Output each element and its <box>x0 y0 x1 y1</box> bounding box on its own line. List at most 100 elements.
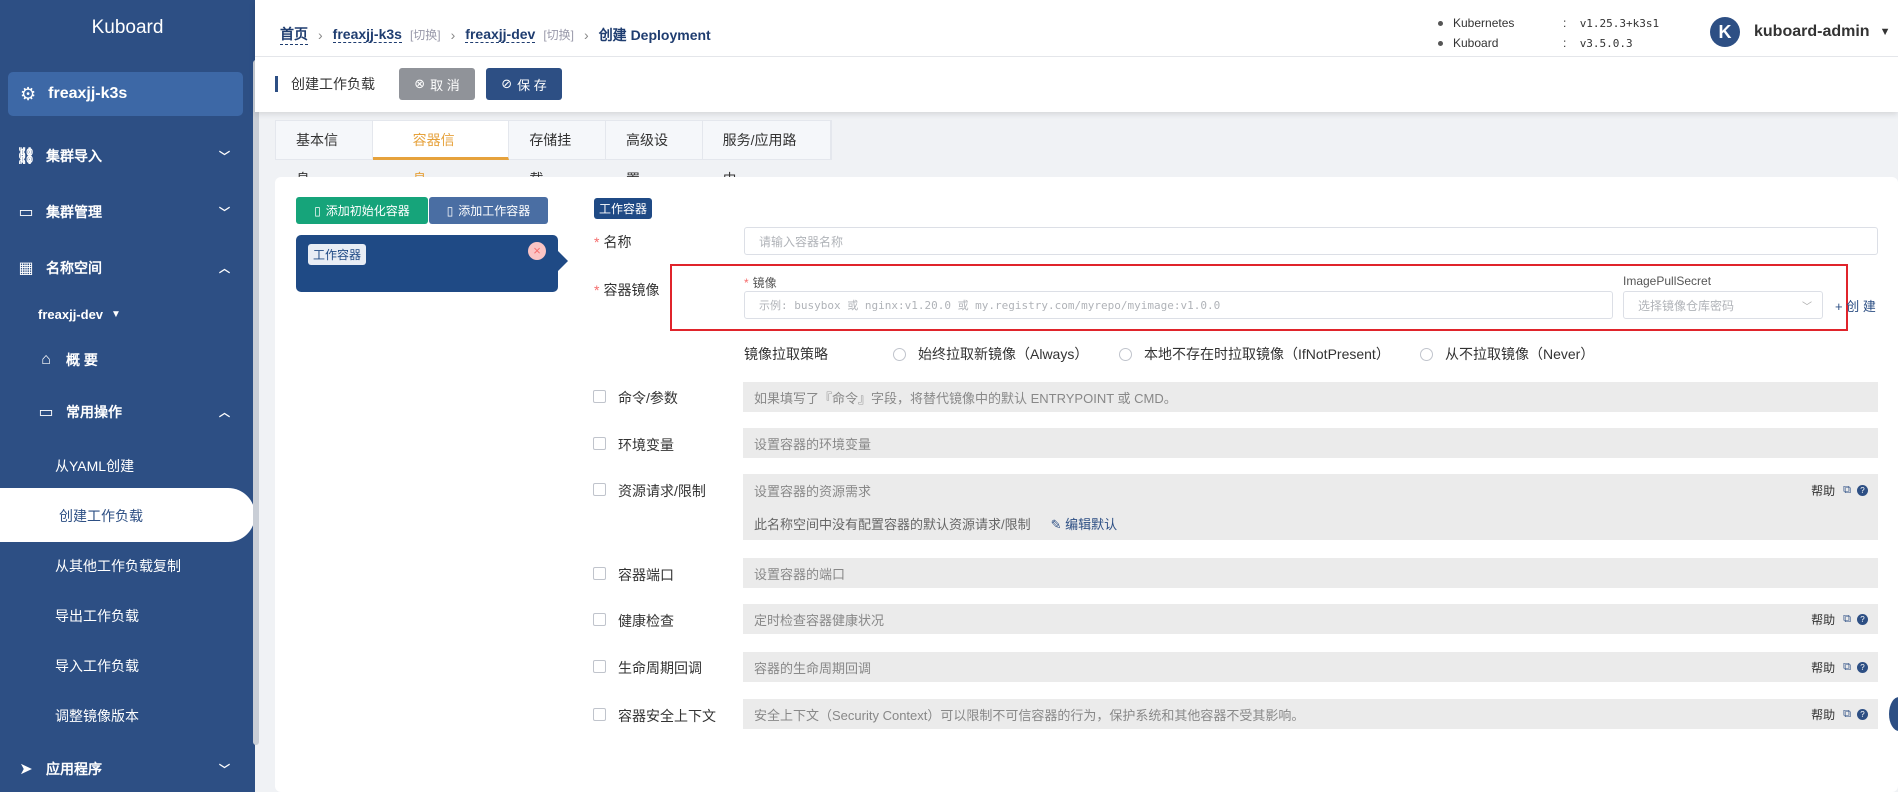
row-text: 设置容器的环境变量 <box>754 436 872 452</box>
breadcrumb-home[interactable]: 首页 <box>280 24 308 45</box>
bullet-icon <box>1438 21 1443 27</box>
grid-icon: ▦ <box>18 260 34 277</box>
save-label: 保 存 <box>517 77 547 93</box>
pull-if-not-present-radio[interactable]: 本地不存在时拉取镜像（IfNotPresent） <box>1119 344 1390 364</box>
container-tag: 工作容器 <box>308 244 367 265</box>
external-link-icon: ⧉ <box>1843 484 1851 496</box>
health-checkbox[interactable] <box>593 613 606 626</box>
sidebar-item-common-ops[interactable]: ▭ 常用操作 ︿ <box>0 402 255 422</box>
ports-checkbox[interactable] <box>593 567 606 580</box>
sidebar-item-namespace[interactable]: ▦ 名称空间 ︿ <box>0 258 255 278</box>
cancel-button[interactable]: ⊗ 取 消 <box>399 68 475 100</box>
sidebar-item-label: 创建工作负载 <box>59 508 143 524</box>
sidebar-item-export-workload[interactable]: 导出工作负载 <box>55 606 139 626</box>
env-checkbox[interactable] <box>593 437 606 450</box>
page-title: 创建工作负载 <box>275 76 375 92</box>
breadcrumb-current: 创建 Deployment <box>598 26 711 43</box>
command-checkbox[interactable] <box>593 390 606 403</box>
home-icon: ⌂ <box>41 351 51 368</box>
security-context-checkbox[interactable] <box>593 708 606 721</box>
tab-advanced[interactable]: 高级设置 <box>606 121 703 187</box>
help-link[interactable]: 帮助 ⧉? <box>1811 482 1868 499</box>
check-icon: ⊘ <box>501 76 513 91</box>
pull-never-radio[interactable]: 从不拉取镜像（Never） <box>1420 344 1594 364</box>
resources-row: 设置容器的资源需求 此名称空间中没有配置容器的默认资源请求/限制 ✎ 编辑默认 帮… <box>743 474 1878 540</box>
sidebar-item-label: 集群导入 <box>46 148 102 164</box>
chevron-right-icon: › <box>450 26 456 43</box>
breadcrumb-cluster[interactable]: freaxjj-k3s <box>332 26 402 43</box>
help-link[interactable]: 帮助 ⧉? <box>1811 659 1868 676</box>
lifecycle-row: 容器的生命周期回调 帮助 ⧉? <box>743 652 1878 682</box>
cancel-label: 取 消 <box>430 77 460 93</box>
tab-basic-info[interactable]: 基本信息 <box>276 121 373 187</box>
security-context-label: 容器安全上下文 <box>618 708 716 724</box>
resources-note: 此名称空间中没有配置容器的默认资源请求/限制 ✎ 编辑默认 <box>754 517 1118 532</box>
security-context-row: 安全上下文（Security Context）可以限制不可信容器的行为，保护系统… <box>743 699 1878 729</box>
radio-label: 始终拉取新镜像（Always） <box>918 346 1089 362</box>
version-name: Kuboard <box>1453 36 1499 50</box>
switch-cluster-link[interactable]: [切换] <box>410 26 441 43</box>
env-label: 环境变量 <box>618 437 674 453</box>
radio-circle <box>1119 347 1132 361</box>
image-input[interactable]: 示例: busybox 或 nginx:v1.20.0 或 my.registr… <box>744 291 1613 319</box>
section-tag: 工作容器 <box>594 198 653 219</box>
add-work-container-button[interactable]: ▯ 添加工作容器 <box>429 197 548 224</box>
tab-service-route[interactable]: 服务/应用路由 <box>703 121 831 187</box>
sidebar-item-adjust-image[interactable]: 调整镜像版本 <box>55 706 139 726</box>
help-link[interactable]: 帮助 ⧉? <box>1811 706 1868 723</box>
chevron-up-icon: ︿ <box>219 263 230 275</box>
sidebar-item-import-workload[interactable]: 导入工作负载 <box>55 656 139 676</box>
chevron-down-icon: ﹀ <box>219 207 230 219</box>
external-link-icon: ⧉ <box>1843 660 1851 673</box>
add-work-label: 添加工作容器 <box>458 204 531 218</box>
version-value: v1.25.3+k3s1 <box>1579 17 1660 30</box>
sidebar-item-label: 名称空间 <box>46 260 102 276</box>
help-link[interactable]: 帮助 ⧉? <box>1811 611 1868 628</box>
external-link-icon: ⧉ <box>1843 707 1851 720</box>
pointer-arrow <box>558 251 568 271</box>
sidebar-item-overview[interactable]: ⌂ 概 要 <box>0 350 255 370</box>
add-init-container-button[interactable]: ▯ 添加初始化容器 <box>296 197 428 224</box>
container-list-item[interactable]: 工作容器 × <box>296 235 568 292</box>
namespace-name: freaxjj-dev <box>38 306 104 322</box>
namespace-selector[interactable]: freaxjj-dev ▼ <box>38 304 238 324</box>
avatar: K <box>1710 17 1740 47</box>
cluster-selector[interactable]: ⚙ freaxjj-k3s <box>8 72 243 116</box>
pull-always-radio[interactable]: 始终拉取新镜像（Always） <box>893 344 1088 364</box>
document-icon: ▯ <box>314 203 321 218</box>
image-pull-secret-select[interactable]: 选择镜像仓库密码 ﹀ <box>1623 291 1823 319</box>
user-name: kuboard-admin <box>1754 23 1870 40</box>
sidebar-item-copy-workload[interactable]: 从其他工作负载复制 <box>55 556 181 576</box>
radio-circle <box>1420 347 1433 361</box>
sidebar-item-cluster-manage[interactable]: ▭ 集群管理 ﹀ <box>0 202 255 222</box>
caret-down-icon: ▼ <box>111 308 121 320</box>
create-secret-button[interactable]: + 创 建 <box>1835 296 1876 315</box>
image-sub-label: * 镜像 <box>744 276 777 290</box>
row-text: 如果填写了『命令』字段，将替代镜像中的默认 ENTRYPOINT 或 CMD。 <box>754 390 1177 406</box>
row-text: 定时检查容器健康状况 <box>754 612 885 628</box>
sidebar-scrollbar[interactable] <box>253 60 259 745</box>
switch-namespace-link[interactable]: [切换] <box>543 26 574 43</box>
sidebar: Kuboard ⚙ freaxjj-k3s ⛓ 集群导入 ﹀ ▭ 集群管理 ﹀ … <box>0 0 255 792</box>
sidebar-item-yaml-create[interactable]: 从YAML创建 <box>55 456 134 476</box>
health-label: 健康检查 <box>618 613 674 629</box>
health-row: 定时检查容器健康状况 帮助 ⧉? <box>743 604 1878 634</box>
tab-container-info[interactable]: 容器信息 <box>372 121 510 187</box>
breadcrumb-namespace[interactable]: freaxjj-dev <box>465 26 536 43</box>
version-sep: : <box>1563 36 1567 50</box>
resources-checkbox[interactable] <box>593 483 606 496</box>
lifecycle-checkbox[interactable] <box>593 660 606 673</box>
save-button[interactable]: ⊘ 保 存 <box>486 68 562 100</box>
sidebar-item-cluster-import[interactable]: ⛓ 集群导入 ﹀ <box>0 146 255 166</box>
user-menu[interactable]: K kuboard-admin ▼ <box>1710 17 1890 47</box>
lifecycle-label: 生命周期回调 <box>618 660 702 676</box>
sidebar-item-create-workload[interactable]: 创建工作负载 <box>0 488 255 542</box>
close-icon[interactable]: × <box>528 242 546 260</box>
edit-default-link[interactable]: ✎ 编辑默认 <box>1051 517 1118 532</box>
container-name-input[interactable]: 请输入容器名称 <box>744 227 1878 255</box>
image-label: * 容器镜像 <box>594 282 660 298</box>
tab-storage[interactable]: 存储挂载 <box>509 121 606 187</box>
chevron-down-icon: ﹀ <box>1802 301 1812 313</box>
sidebar-item-applications[interactable]: ➤ 应用程序 ﹀ <box>0 759 255 779</box>
sidebar-item-label: 集群管理 <box>46 204 102 220</box>
